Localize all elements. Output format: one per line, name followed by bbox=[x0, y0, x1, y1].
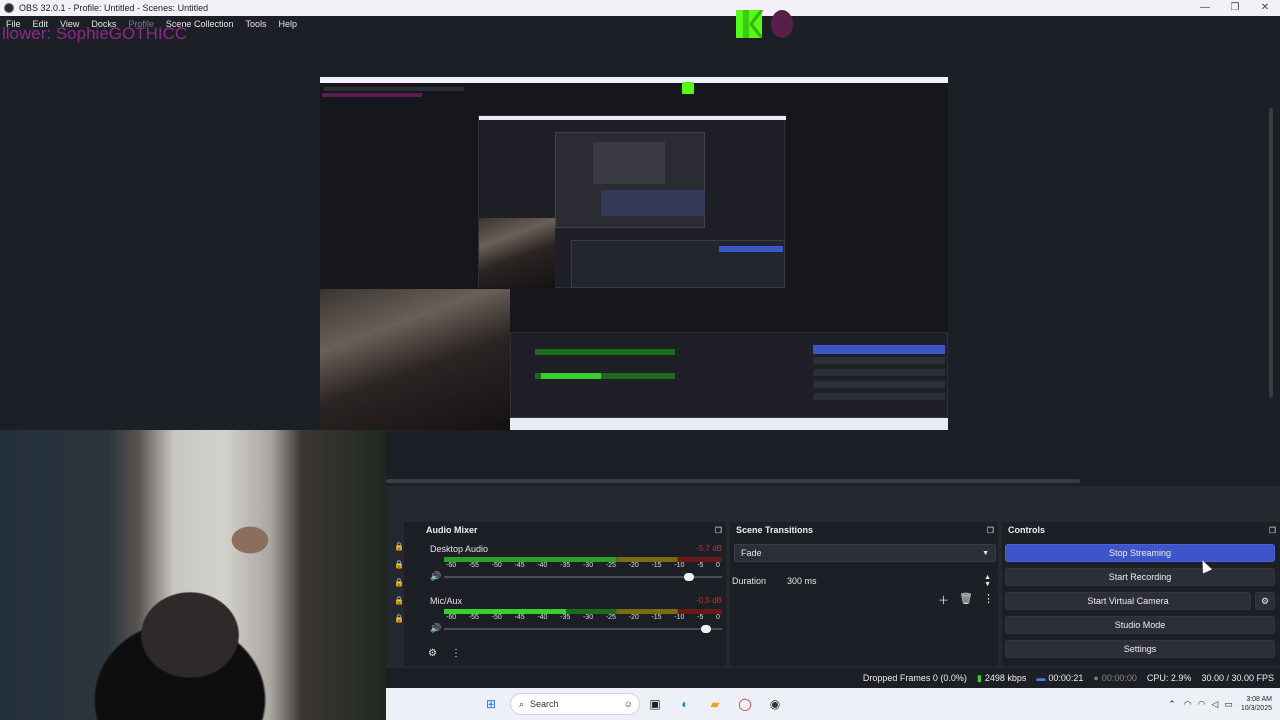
bitrate: 2498 kbps bbox=[984, 673, 1027, 683]
menu-tools[interactable]: Tools bbox=[245, 19, 266, 29]
maximize-button[interactable]: ❐ bbox=[1220, 0, 1250, 16]
chevron-down-icon: ▼ bbox=[982, 549, 989, 557]
webcam-feed bbox=[0, 430, 386, 720]
lock-icon[interactable]: 🔒 bbox=[394, 542, 404, 551]
menu-bar: File Edit View Docks Profile Scene Colle… bbox=[0, 16, 1280, 32]
streaming-icon: ▬ bbox=[1036, 673, 1046, 683]
channel-mic-aux: Mic/Aux -0.5 dB -60 -55 -50 -45 -40 -35 -30 -25… bbox=[430, 596, 722, 634]
lock-icon[interactable]: 🔒 bbox=[394, 614, 404, 623]
menu-help[interactable]: Help bbox=[278, 19, 297, 29]
channel-desktop-audio: Desktop Audio -5.7 dB -60 -55 -50 -45 -40 -35… bbox=[430, 544, 722, 582]
system-tray: ⌃ ◠ ◠ ◁ ▭ 3:08 AM 10/3/2025 bbox=[1168, 695, 1272, 713]
volume-icon[interactable]: ◁ bbox=[1211, 699, 1218, 710]
status-bar: Dropped Frames 0 (0.0%) ▮ 2498 kbps ▬ 00… bbox=[386, 668, 1280, 688]
meter-scale: -60 -55 -50 -45 -40 -35 -30 -25 -20 -15 -10 -5 0 bbox=[446, 614, 720, 621]
nested-titlebar bbox=[320, 77, 948, 83]
nested-preview-level2 bbox=[478, 115, 786, 288]
audio-mixer-dock: Audio Mixer ❐ Desktop Audio -5.7 dB -60-… bbox=[394, 522, 726, 666]
channel-db: -5.7 dB bbox=[696, 544, 722, 553]
stream-time: 00:00:21 bbox=[1048, 673, 1084, 683]
edge-icon[interactable]: ◐ bbox=[676, 695, 694, 713]
mixer-menu-icon[interactable]: ⋮ bbox=[451, 648, 461, 659]
controls-dock: Controls ❐ Stop Streaming Start Recordin… bbox=[1002, 522, 1280, 666]
opera-icon[interactable]: ◯ bbox=[736, 695, 754, 713]
volume-meter bbox=[444, 557, 722, 562]
volume-slider[interactable] bbox=[444, 624, 722, 633]
start-virtual-camera-button[interactable]: Start Virtual Camera bbox=[1005, 592, 1251, 610]
settings-button[interactable]: Settings bbox=[1005, 640, 1275, 658]
duration-field[interactable]: 300 ms ▲ ▼ bbox=[780, 572, 996, 590]
wifi-icon[interactable]: ◠ bbox=[1198, 699, 1206, 710]
transition-select[interactable]: Fade ▼ bbox=[734, 544, 996, 562]
nested-menubar bbox=[324, 87, 464, 91]
lock-icon[interactable]: 🔒 bbox=[394, 560, 404, 569]
nested-kick-logo bbox=[682, 82, 694, 94]
undock-icon[interactable]: ❐ bbox=[987, 526, 994, 535]
battery-icon[interactable]: ▭ bbox=[1224, 699, 1233, 710]
volume-meter bbox=[444, 609, 722, 614]
speaker-icon[interactable]: 🔊 bbox=[430, 623, 444, 634]
taskbar-search[interactable]: ⌕ Search ☺ bbox=[510, 693, 640, 715]
undock-icon[interactable]: ❐ bbox=[715, 526, 722, 535]
close-button[interactable]: ✕ bbox=[1250, 0, 1280, 16]
scene-transitions-title: Scene Transitions bbox=[736, 525, 814, 535]
chevron-up-icon[interactable]: ⌃ bbox=[1168, 699, 1176, 710]
transition-menu-icon[interactable]: ⋮ bbox=[983, 592, 994, 608]
search-icon: ⌕ bbox=[519, 698, 525, 709]
follower-overlay-text: llower: SophieGOTHICC bbox=[2, 24, 188, 43]
preview-vertical-scrollbar[interactable] bbox=[1269, 108, 1273, 398]
virtual-camera-settings-icon[interactable]: ⚙ bbox=[1255, 592, 1275, 610]
recording-icon: ● bbox=[1093, 673, 1099, 683]
scene-transitions-dock: Scene Transitions ❐ Fade ▼ Duration 300 … bbox=[730, 522, 998, 666]
nested-taskbar bbox=[510, 418, 948, 430]
obs-taskbar-icon[interactable]: ◉ bbox=[766, 695, 784, 713]
windows-taskbar: ⊞ ⌕ Search ☺ ▣ ◐ ▰ ◯ ◉ ⌃ ◠ ◠ ◁ ▭ 3:08 AM… bbox=[386, 688, 1280, 720]
window-title: OBS 32.0.1 - Profile: Untitled - Scenes:… bbox=[19, 3, 209, 13]
spinner-icon[interactable]: ▲ ▼ bbox=[984, 574, 991, 588]
channel-name: Desktop Audio bbox=[430, 544, 489, 554]
taskbar-clock[interactable]: 3:08 AM 10/3/2025 bbox=[1241, 695, 1272, 713]
preview-canvas[interactable] bbox=[320, 77, 948, 430]
undock-icon[interactable]: ❐ bbox=[1269, 526, 1276, 535]
nested-overlay-text bbox=[322, 93, 422, 97]
windows-start-icon[interactable]: ⊞ bbox=[482, 695, 500, 713]
fps: 30.00 / 30.00 FPS bbox=[1201, 673, 1274, 683]
obs-app-icon bbox=[4, 3, 14, 13]
add-icon[interactable]: ＋ bbox=[938, 592, 949, 608]
nested-docks bbox=[510, 332, 948, 418]
duration-label: Duration bbox=[732, 576, 767, 586]
trash-icon[interactable]: 🗑 bbox=[959, 592, 973, 608]
controls-title: Controls bbox=[1008, 525, 1045, 535]
channel-db: -0.5 dB bbox=[696, 596, 722, 605]
advanced-audio-icon[interactable]: ⚙ bbox=[428, 648, 437, 659]
meter-scale: -60 -55 -50 -45 -40 -35 -30 -25 -20 -15 -10 -5 0 bbox=[446, 562, 720, 569]
lock-icon[interactable]: 🔒 bbox=[394, 578, 404, 587]
record-time: 00:00:00 bbox=[1101, 673, 1137, 683]
emoji-icon: ☺ bbox=[623, 699, 633, 709]
speaker-icon[interactable]: 🔊 bbox=[430, 571, 444, 582]
task-view-icon[interactable]: ▣ bbox=[646, 695, 664, 713]
nested-webcam bbox=[320, 289, 510, 430]
audio-mixer-title: Audio Mixer bbox=[426, 525, 478, 535]
network-icon[interactable]: ◠ bbox=[1184, 699, 1192, 710]
stop-streaming-button[interactable]: Stop Streaming bbox=[1005, 544, 1275, 562]
window-title-bar: OBS 32.0.1 - Profile: Untitled - Scenes:… bbox=[0, 0, 1280, 16]
lock-icon[interactable]: 🔒 bbox=[394, 596, 404, 605]
volume-slider[interactable] bbox=[444, 572, 722, 581]
start-recording-button[interactable]: Start Recording bbox=[1005, 568, 1275, 586]
studio-mode-button[interactable]: Studio Mode bbox=[1005, 616, 1275, 634]
kick-logo bbox=[736, 10, 793, 38]
dropped-frames: Dropped Frames 0 (0.0%) bbox=[862, 673, 967, 683]
cpu-usage: CPU: 2.9% bbox=[1146, 673, 1192, 683]
signal-icon: ▮ bbox=[976, 672, 982, 683]
preview-horizontal-scrollbar[interactable] bbox=[386, 479, 1080, 483]
file-explorer-icon[interactable]: ▰ bbox=[706, 695, 724, 713]
channel-name: Mic/Aux bbox=[430, 596, 463, 606]
minimize-button[interactable]: — bbox=[1190, 0, 1220, 16]
